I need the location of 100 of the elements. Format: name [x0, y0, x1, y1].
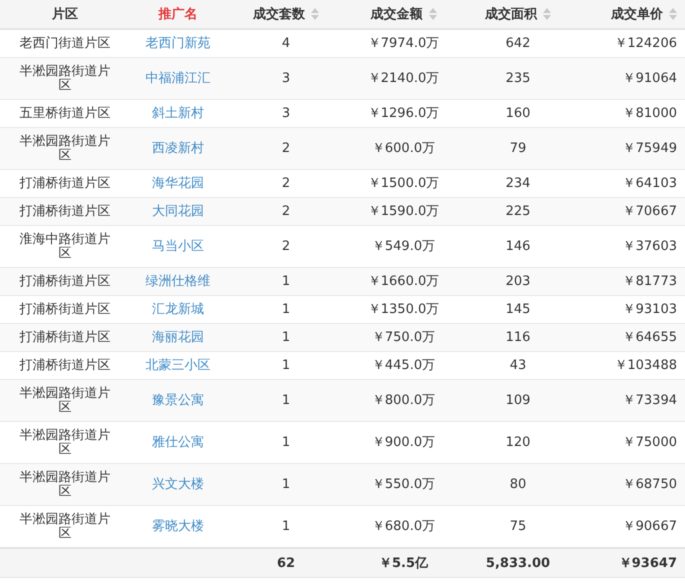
table-cell: 160 — [506, 106, 530, 120]
table-cell: ￥81773 — [622, 274, 677, 288]
estate-link[interactable]: 马当小区 — [152, 238, 204, 254]
table-cell: ￥900.0万 — [372, 434, 436, 450]
table-cell: ￥124206 — [614, 36, 677, 50]
table-cell: 1 — [282, 330, 290, 344]
district-text: 老西门街道片区 — [20, 36, 110, 50]
table-cell: 80 — [510, 476, 526, 492]
table-cell: 79 — [510, 140, 526, 156]
estate-link[interactable]: 雾晓大楼 — [152, 518, 204, 534]
district-text: 半淞园路街道片区 — [18, 386, 112, 414]
table-cell: ￥600.0万 — [372, 140, 436, 156]
district-text: 打浦桥街道片区 — [20, 204, 110, 218]
total-cell: 5,833.00 — [486, 556, 550, 570]
table-cell: ￥800.0万 — [372, 392, 436, 408]
table-cell: 75 — [510, 518, 526, 534]
table-cell: ￥37603 — [622, 238, 677, 254]
table-cell: ￥91064 — [622, 70, 677, 86]
estate-link[interactable]: 中福浦江汇 — [146, 70, 210, 86]
table-cell: 1 — [282, 274, 290, 288]
estate-link[interactable]: 北蒙三小区 — [146, 358, 210, 372]
table-cell: ￥550.0万 — [372, 476, 436, 492]
column-header[interactable]: 成交面积 — [461, 0, 575, 29]
table-cell: ￥1500.0万 — [368, 176, 440, 190]
estate-link[interactable]: 海丽花园 — [152, 330, 204, 344]
table-cell: ￥549.0万 — [372, 238, 436, 254]
table-cell: 1 — [282, 518, 290, 534]
table-cell: ￥70667 — [622, 204, 677, 218]
estate-link[interactable]: 大同花园 — [152, 204, 204, 218]
table-cell: 109 — [506, 392, 530, 408]
table-cell: ￥750.0万 — [372, 330, 436, 344]
table-cell: 2 — [282, 204, 290, 218]
district-text: 打浦桥街道片区 — [20, 302, 110, 316]
table-cell: 225 — [506, 204, 530, 218]
table-cell: 234 — [506, 176, 530, 190]
estate-link[interactable]: 雅仕公寓 — [152, 434, 204, 450]
table-cell: 2 — [282, 176, 290, 190]
table-cell: ￥1296.0万 — [368, 106, 440, 120]
district-text: 半淞园路街道片区 — [18, 428, 112, 456]
district-text: 打浦桥街道片区 — [20, 330, 110, 344]
table-cell: 4 — [282, 36, 290, 50]
district-text: 半淞园路街道片区 — [18, 134, 112, 162]
table-cell: ￥64103 — [622, 176, 677, 190]
table-cell: ￥680.0万 — [372, 518, 436, 534]
estate-link[interactable]: 海华花园 — [152, 176, 204, 190]
table-cell: ￥73394 — [622, 392, 677, 408]
table-cell: ￥68750 — [622, 476, 677, 492]
table-cell: 203 — [506, 274, 530, 288]
estate-link[interactable]: 斜土新村 — [152, 106, 204, 120]
district-text: 淮海中路街道片区 — [18, 232, 112, 260]
estate-link[interactable]: 豫景公寓 — [152, 392, 204, 408]
table-cell: 1 — [282, 476, 290, 492]
table-cell: 2 — [282, 140, 290, 156]
district-text: 打浦桥街道片区 — [20, 176, 110, 190]
estate-link[interactable]: 绿洲仕格维 — [146, 274, 210, 288]
table-cell: ￥2140.0万 — [368, 70, 440, 86]
table-cell: ￥445.0万 — [372, 358, 436, 372]
sort-icon[interactable] — [428, 8, 436, 20]
column-header: 片区 — [0, 0, 130, 29]
table-cell: 145 — [506, 302, 530, 316]
total-cell: ￥93647 — [618, 556, 677, 571]
table-cell: ￥93103 — [622, 302, 677, 316]
sort-icon[interactable] — [543, 8, 551, 20]
table-cell: 2 — [282, 238, 290, 254]
column-header: 推广名 — [130, 0, 226, 29]
table-cell: ￥103488 — [614, 358, 677, 372]
table-cell: 120 — [506, 434, 530, 450]
district-text: 半淞园路街道片区 — [18, 512, 112, 540]
table-cell: 146 — [506, 238, 530, 254]
sort-icon[interactable] — [311, 8, 319, 20]
table-cell: 43 — [510, 358, 526, 372]
table-cell: 116 — [506, 330, 530, 344]
table-cell: 3 — [282, 70, 290, 86]
total-cell: ￥5.5亿 — [378, 556, 428, 571]
estate-link[interactable]: 兴文大楼 — [152, 476, 204, 492]
table-cell: 3 — [282, 106, 290, 120]
table-cell: 1 — [282, 358, 290, 372]
estate-link[interactable]: 老西门新苑 — [146, 36, 210, 50]
estate-link[interactable]: 西凌新村 — [152, 140, 204, 156]
table-cell: ￥1660.0万 — [368, 274, 440, 288]
table-cell: 642 — [506, 36, 530, 50]
estate-link[interactable]: 汇龙新城 — [152, 302, 204, 316]
district-text: 五里桥街道片区 — [20, 106, 110, 120]
table-cell: ￥75000 — [622, 434, 677, 450]
table-cell: ￥64655 — [622, 330, 677, 344]
district-text: 打浦桥街道片区 — [20, 274, 110, 288]
column-header[interactable]: 成交单价 — [575, 0, 685, 29]
table-cell: 1 — [282, 392, 290, 408]
sort-icon[interactable] — [669, 8, 677, 20]
table-cell: ￥81000 — [622, 106, 677, 120]
column-header[interactable]: 成交金额 — [346, 0, 461, 29]
table-cell: 235 — [506, 70, 530, 86]
total-cell: 62 — [276, 556, 296, 570]
table-cell: ￥7974.0万 — [368, 36, 440, 50]
district-text: 半淞园路街道片区 — [18, 470, 112, 498]
table-cell: ￥75949 — [622, 140, 677, 156]
table-cell: ￥1350.0万 — [368, 302, 440, 316]
table-cell: ￥90667 — [622, 518, 677, 534]
column-header[interactable]: 成交套数 — [226, 0, 346, 29]
table-cell: 1 — [282, 434, 290, 450]
